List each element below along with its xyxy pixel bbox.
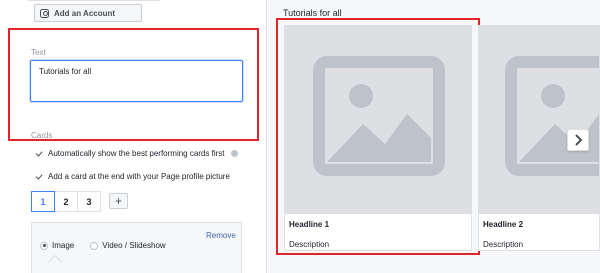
image-placeholder-icon: [505, 56, 599, 176]
add-account-label: Add an Account: [54, 8, 116, 18]
card-headline: Headline 2: [483, 220, 524, 229]
profile-card-checkbox[interactable]: Add a card at the end with your Page pro…: [35, 172, 230, 181]
carousel-next-button[interactable]: [567, 129, 589, 151]
image-radio[interactable]: [40, 241, 48, 250]
info-icon[interactable]: [230, 150, 238, 157]
card-tab-2[interactable]: 2: [54, 191, 78, 212]
instagram-icon: [40, 8, 49, 18]
preview-text: Tutorials for all: [283, 8, 342, 18]
card-tab-3[interactable]: 3: [77, 191, 101, 212]
add-account-button[interactable]: Add an Account: [34, 4, 142, 22]
top-divider: [28, 0, 160, 3]
checkmark-icon: [35, 150, 43, 158]
profile-card-label: Add a card at the end with your Page pro…: [48, 172, 230, 181]
highlight-box-preview-card: [276, 18, 480, 255]
media-type-options: Image Video / Slideshow: [40, 241, 166, 250]
image-placeholder: [479, 26, 599, 214]
auto-best-cards-label: Automatically show the best performing c…: [48, 149, 225, 158]
image-radio-label: Image: [52, 241, 75, 250]
remove-card-link[interactable]: Remove: [206, 231, 236, 240]
card-description: Description: [483, 240, 524, 249]
checkmark-icon: [35, 173, 43, 181]
card-tabs: 1 2 3: [31, 191, 101, 212]
video-slideshow-radio-label: Video / Slideshow: [102, 241, 166, 250]
chevron-right-icon: [575, 134, 583, 146]
highlight-box-text-field: [8, 28, 259, 141]
auto-best-cards-checkbox[interactable]: Automatically show the best performing c…: [35, 149, 238, 158]
card-tab-1[interactable]: 1: [31, 191, 55, 212]
add-card-button[interactable]: +: [109, 193, 128, 209]
video-slideshow-radio[interactable]: [90, 241, 99, 250]
